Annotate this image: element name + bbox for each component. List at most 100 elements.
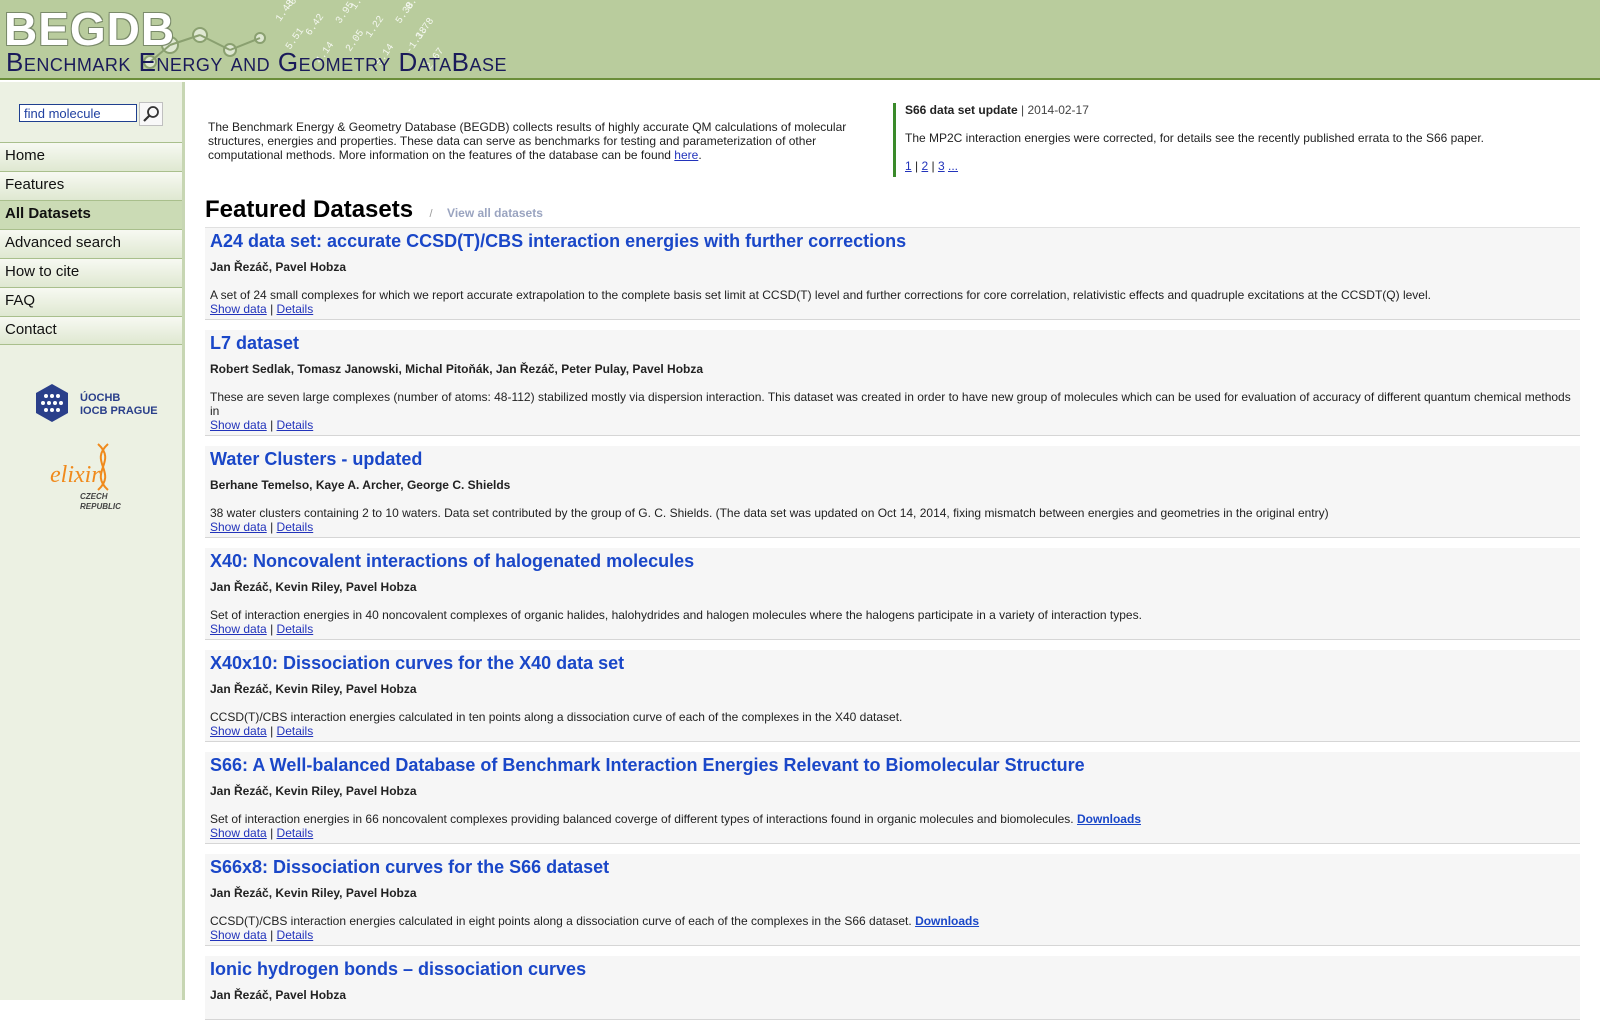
elixir-logo-text: elixir bbox=[50, 462, 101, 488]
details-link[interactable]: Details bbox=[277, 520, 314, 534]
sidebar: Home Features All Datasets Advanced sear… bbox=[0, 82, 185, 1000]
dataset-item: X40: Noncovalent interactions of halogen… bbox=[205, 548, 1580, 640]
link-separator: | bbox=[270, 520, 274, 534]
dataset-authors: Jan Řezáč, Kevin Riley, Pavel Hobza bbox=[210, 886, 417, 900]
search-form bbox=[19, 102, 179, 128]
dataset-item: Ionic hydrogen bonds – dissociation curv… bbox=[205, 956, 1580, 1020]
featured-separator: / bbox=[429, 208, 433, 220]
news-title: S66 data set update bbox=[905, 103, 1018, 117]
view-all-datasets-link[interactable]: View all datasets bbox=[447, 206, 543, 220]
dataset-title-link[interactable]: X40x10: Dissociation curves for the X40 … bbox=[210, 652, 1575, 674]
dataset-title-link[interactable]: S66: A Well-balanced Database of Benchma… bbox=[210, 754, 1575, 776]
nav-all-datasets[interactable]: All Datasets bbox=[0, 200, 182, 229]
site-header: -0.451.800.121.483.955.386.421.223.785.5… bbox=[0, 0, 1600, 80]
iocb-logo[interactable]: ÚOCHB IOCB PRAGUE bbox=[32, 382, 162, 426]
dataset-title-link[interactable]: Water Clusters - updated bbox=[210, 448, 1575, 470]
dataset-downloads-link[interactable]: Downloads bbox=[915, 914, 979, 928]
nav-contact[interactable]: Contact bbox=[0, 316, 182, 345]
show-data-link[interactable]: Show data bbox=[210, 302, 267, 316]
news-page-more[interactable]: ... bbox=[948, 159, 958, 173]
news-page-1[interactable]: 1 bbox=[905, 159, 912, 173]
details-link[interactable]: Details bbox=[277, 724, 314, 738]
nav-home[interactable]: Home bbox=[0, 142, 182, 171]
nav-how-to-cite[interactable]: How to cite bbox=[0, 258, 182, 287]
dataset-description-text: These are seven large complexes (number … bbox=[210, 390, 1571, 418]
intro-end: . bbox=[698, 148, 702, 162]
dataset-downloads-link[interactable]: Downloads bbox=[1077, 812, 1141, 826]
show-data-link[interactable]: Show data bbox=[210, 418, 267, 432]
dataset-links: Show data | Details bbox=[210, 826, 1575, 840]
dataset-authors: Jan Řezáč, Pavel Hobza bbox=[210, 260, 347, 274]
show-data-link[interactable]: Show data bbox=[210, 826, 267, 840]
intro-here-link[interactable]: here bbox=[674, 148, 698, 162]
dataset-description-text: 38 water clusters containing 2 to 10 wat… bbox=[210, 506, 1329, 520]
elixir-logo[interactable]: elixir CZECH REPUBLIC bbox=[48, 442, 138, 512]
dataset-authors: Robert Sedlak, Tomasz Janowski, Michal P… bbox=[210, 362, 704, 376]
iocb-logo-line2: IOCB PRAGUE bbox=[80, 405, 158, 417]
dataset-item: A24 data set: accurate CCSD(T)/CBS inter… bbox=[205, 228, 1580, 320]
show-data-link[interactable]: Show data bbox=[210, 622, 267, 636]
featured-title: Featured Datasets bbox=[205, 196, 414, 223]
main-nav: Home Features All Datasets Advanced sear… bbox=[0, 142, 182, 345]
show-data-link[interactable]: Show data bbox=[210, 520, 267, 534]
dataset-description: Set of interaction energies in 66 noncov… bbox=[210, 812, 1575, 826]
link-separator: | bbox=[270, 418, 274, 432]
details-link[interactable]: Details bbox=[277, 418, 314, 432]
dataset-title-link[interactable]: X40: Noncovalent interactions of halogen… bbox=[210, 550, 1575, 572]
link-separator: | bbox=[270, 928, 274, 942]
site-logo-subtitle: Benchmark Energy and Geometry DataBase bbox=[6, 47, 507, 77]
intro-text: The Benchmark Energy & Geometry Database… bbox=[208, 120, 858, 162]
details-link[interactable]: Details bbox=[277, 622, 314, 636]
dataset-description-text: A set of 24 small complexes for which we… bbox=[210, 288, 1431, 302]
dataset-title-link[interactable]: L7 dataset bbox=[210, 332, 1575, 354]
intro-body: The Benchmark Energy & Geometry Database… bbox=[208, 120, 847, 162]
details-link[interactable]: Details bbox=[277, 826, 314, 840]
dataset-description: These are seven large complexes (number … bbox=[210, 390, 1575, 418]
search-icon bbox=[143, 106, 159, 122]
dataset-authors: Jan Řezáč, Kevin Riley, Pavel Hobza bbox=[210, 784, 417, 798]
art-number: 6.42 bbox=[304, 12, 327, 38]
dataset-item: L7 dataset Robert Sedlak, Tomasz Janowski… bbox=[205, 330, 1580, 436]
dataset-title-link[interactable]: S66x8: Dissociation curves for the S66 d… bbox=[210, 856, 1575, 878]
dataset-authors: Berhane Temelso, Kaye A. Archer, George … bbox=[210, 478, 511, 492]
dataset-description-text: CCSD(T)/CBS interaction energies calcula… bbox=[210, 914, 912, 928]
show-data-link[interactable]: Show data bbox=[210, 928, 267, 942]
dataset-description-text: Set of interaction energies in 40 noncov… bbox=[210, 608, 1142, 622]
dataset-links: Show data | Details bbox=[210, 928, 1575, 942]
dataset-description: Set of interaction energies in 40 noncov… bbox=[210, 608, 1575, 622]
dataset-description: CCSD(T)/CBS interaction energies calcula… bbox=[210, 710, 1575, 724]
nav-advanced-search[interactable]: Advanced search bbox=[0, 229, 182, 258]
details-link[interactable]: Details bbox=[277, 302, 314, 316]
dataset-item: X40x10: Dissociation curves for the X40 … bbox=[205, 650, 1580, 742]
details-link[interactable]: Details bbox=[277, 928, 314, 942]
dataset-description: 38 water clusters containing 2 to 10 wat… bbox=[210, 506, 1575, 520]
search-button[interactable] bbox=[139, 102, 163, 126]
dataset-authors: Jan Řezáč, Kevin Riley, Pavel Hobza bbox=[210, 580, 417, 594]
news-page-3[interactable]: 3 bbox=[938, 159, 945, 173]
link-separator: | bbox=[270, 826, 274, 840]
nav-faq[interactable]: FAQ bbox=[0, 287, 182, 316]
dataset-list: A24 data set: accurate CCSD(T)/CBS inter… bbox=[205, 228, 1580, 1030]
search-input[interactable] bbox=[19, 104, 137, 122]
link-separator: | bbox=[270, 724, 274, 738]
dataset-authors: Jan Řezáč, Kevin Riley, Pavel Hobza bbox=[210, 682, 417, 696]
dataset-links: Show data | Details bbox=[210, 724, 1575, 738]
dataset-title-link[interactable]: A24 data set: accurate CCSD(T)/CBS inter… bbox=[210, 230, 1575, 252]
art-number: 1.48 bbox=[274, 0, 297, 24]
news-box: S66 data set update | 2014-02-17 The MP2… bbox=[893, 103, 1583, 177]
news-page-2[interactable]: 2 bbox=[921, 159, 928, 173]
elixir-logo-line2: REPUBLIC bbox=[80, 502, 121, 511]
iocb-logo-line1: ÚOCHB bbox=[80, 391, 120, 404]
dataset-item: S66: A Well-balanced Database of Benchma… bbox=[205, 752, 1580, 844]
news-body: The MP2C interaction energies were corre… bbox=[905, 131, 1484, 145]
dataset-description: A set of 24 small complexes for which we… bbox=[210, 288, 1575, 302]
dataset-title-link[interactable]: Ionic hydrogen bonds – dissociation curv… bbox=[210, 958, 1575, 980]
show-data-link[interactable]: Show data bbox=[210, 724, 267, 738]
dataset-description-text: CCSD(T)/CBS interaction energies calcula… bbox=[210, 710, 903, 724]
dataset-links: Show data | Details bbox=[210, 520, 1575, 534]
dataset-description-text: Set of interaction energies in 66 noncov… bbox=[210, 812, 1074, 826]
art-number: 1.22 bbox=[364, 14, 387, 40]
dataset-description: CCSD(T)/CBS interaction energies calcula… bbox=[210, 914, 1575, 928]
nav-features[interactable]: Features bbox=[0, 171, 182, 200]
news-date: | 2014-02-17 bbox=[1017, 103, 1089, 117]
